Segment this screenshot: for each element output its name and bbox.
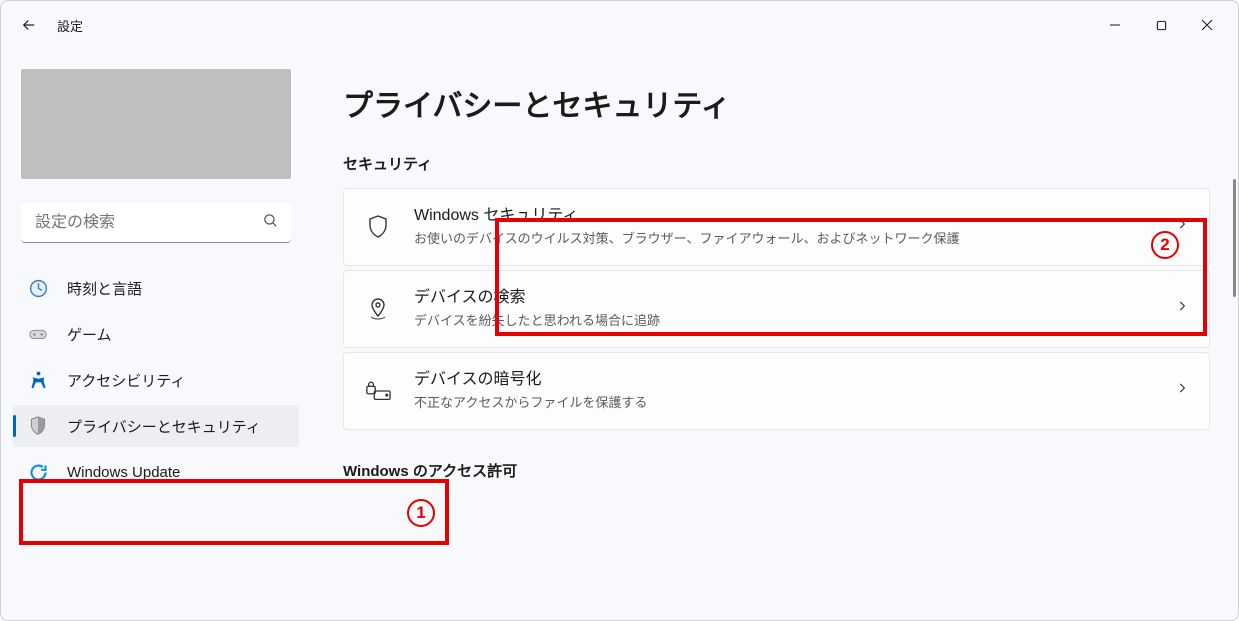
- card-title: Windows セキュリティ: [414, 205, 1153, 227]
- section-label-security: セキュリティ: [343, 153, 1210, 174]
- page-title: プライバシーとセキュリティ: [343, 81, 1210, 125]
- lock-drive-icon: [364, 377, 392, 405]
- close-button[interactable]: [1184, 9, 1230, 41]
- nav-list: 時刻と言語 ゲーム: [13, 267, 299, 493]
- profile-placeholder: [21, 69, 291, 179]
- card-title: デバイスの暗号化: [414, 369, 1153, 391]
- maximize-button[interactable]: [1138, 9, 1184, 41]
- card-desc: デバイスを紛失したと思われる場合に追跡: [414, 311, 1153, 331]
- sidebar-item-label: 時刻と言語: [67, 278, 285, 299]
- search-field-wrap: [21, 203, 291, 243]
- sidebar-item-label: Windows Update: [67, 464, 285, 481]
- window-body: 時刻と言語 ゲーム: [1, 49, 1238, 620]
- clock-globe-icon: [27, 277, 49, 299]
- card-find-my-device[interactable]: デバイスの検索 デバイスを紛失したと思われる場合に追跡: [343, 270, 1210, 348]
- sidebar-item-accessibility[interactable]: アクセシビリティ: [13, 359, 299, 401]
- gamepad-icon: [27, 323, 49, 345]
- sidebar-item-label: ゲーム: [67, 324, 285, 345]
- card-text: デバイスの検索 デバイスを紛失したと思われる場合に追跡: [414, 287, 1153, 331]
- security-cards: Windows セキュリティ お使いのデバイスのウイルス対策、ブラウザー、ファイ…: [343, 188, 1210, 430]
- sidebar-item-label: プライバシーとセキュリティ: [67, 416, 285, 437]
- minimize-button[interactable]: [1092, 9, 1138, 41]
- location-pin-icon: [364, 295, 392, 323]
- titlebar: 設定: [1, 1, 1238, 49]
- sidebar-item-time-language[interactable]: 時刻と言語: [13, 267, 299, 309]
- sidebar-item-gaming[interactable]: ゲーム: [13, 313, 299, 355]
- chevron-right-icon: [1175, 381, 1189, 400]
- window-controls: [1092, 9, 1230, 41]
- card-text: デバイスの暗号化 不正なアクセスからファイルを保護する: [414, 369, 1153, 413]
- card-desc: 不正なアクセスからファイルを保護する: [414, 393, 1153, 413]
- sidebar-item-label: アクセシビリティ: [67, 370, 285, 391]
- accessibility-icon: [27, 369, 49, 391]
- sidebar-item-privacy-security[interactable]: プライバシーとセキュリティ: [13, 405, 299, 447]
- card-title: デバイスの検索: [414, 287, 1153, 309]
- main-content: プライバシーとセキュリティ セキュリティ Windows セキュリティ お使いの…: [311, 49, 1238, 620]
- shield-icon: [27, 415, 49, 437]
- arrow-left-icon: [20, 16, 38, 34]
- sidebar-item-windows-update[interactable]: Windows Update: [13, 451, 299, 493]
- app-title: 設定: [57, 16, 83, 35]
- update-icon: [27, 461, 49, 483]
- back-button[interactable]: [9, 5, 49, 45]
- section-label-permissions: Windows のアクセス許可: [343, 460, 1210, 481]
- chevron-right-icon: [1175, 299, 1189, 318]
- card-device-encryption[interactable]: デバイスの暗号化 不正なアクセスからファイルを保護する: [343, 352, 1210, 430]
- search-input[interactable]: [21, 203, 291, 243]
- card-text: Windows セキュリティ お使いのデバイスのウイルス対策、ブラウザー、ファイ…: [414, 205, 1153, 249]
- chevron-right-icon: [1175, 217, 1189, 236]
- sidebar: 時刻と言語 ゲーム: [1, 49, 311, 620]
- minimize-icon: [1109, 19, 1121, 31]
- settings-window: 設定: [0, 0, 1239, 621]
- maximize-icon: [1156, 20, 1167, 31]
- card-windows-security[interactable]: Windows セキュリティ お使いのデバイスのウイルス対策、ブラウザー、ファイ…: [343, 188, 1210, 266]
- scrollbar-thumb[interactable]: [1233, 179, 1236, 297]
- shield-outline-icon: [364, 213, 392, 241]
- card-desc: お使いのデバイスのウイルス対策、ブラウザー、ファイアウォール、およびネットワーク…: [414, 229, 1153, 249]
- close-icon: [1201, 19, 1213, 31]
- search-icon: [262, 212, 279, 234]
